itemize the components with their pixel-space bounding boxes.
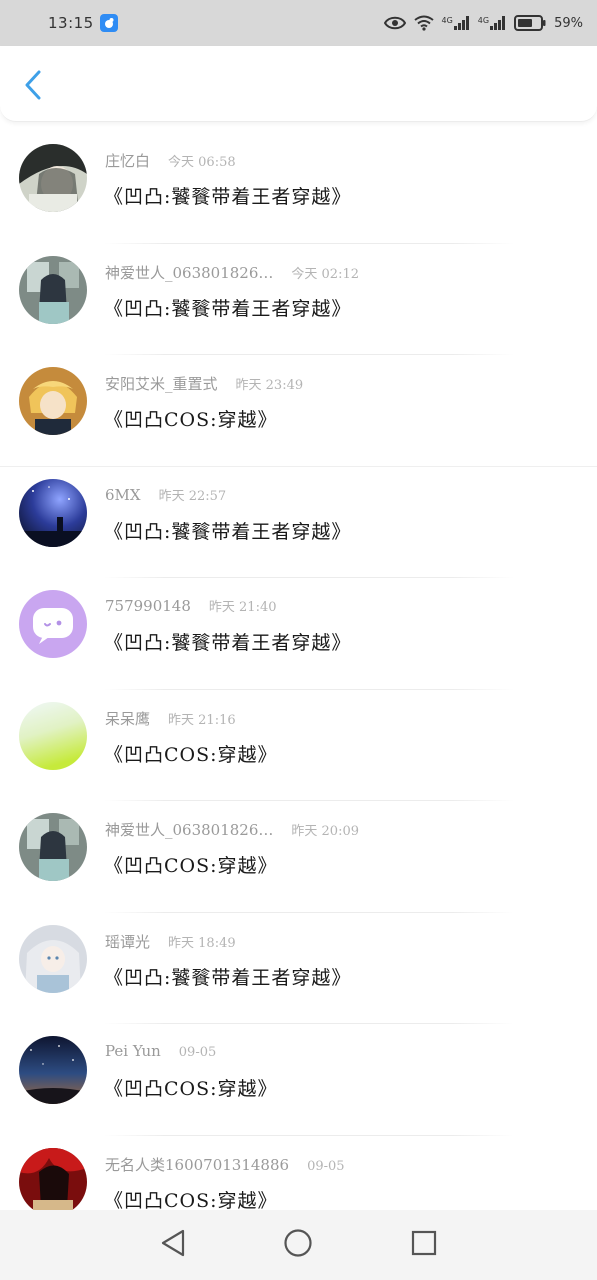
conversation-meta: 庄忆白 今天 06:58: [105, 150, 236, 171]
sender-name: 神爱世人_063801826…: [105, 821, 274, 839]
sender-name: 安阳艾米_重置式: [105, 375, 218, 393]
signal-icon-2: 4G: [478, 16, 506, 30]
system-nav-bar: [0, 1210, 597, 1280]
circle-home-icon: [283, 1228, 313, 1262]
conversation-meta: Pei Yun 09-05: [105, 1042, 216, 1060]
battery-icon: [514, 15, 546, 31]
message-time: 昨天 23:49: [235, 378, 304, 393]
avatar[interactable]: [19, 1036, 87, 1104]
header: [0, 46, 597, 122]
nav-back-button[interactable]: [153, 1225, 193, 1265]
conversation-row[interactable]: 757990148 昨天 21:40 《凹凸:饕餮带着王者穿越》: [0, 578, 597, 690]
back-button[interactable]: [18, 70, 48, 104]
sender-name: 瑶谭光: [105, 932, 151, 951]
conversation-row[interactable]: 6MX 昨天 22:57 《凹凸:饕餮带着王者穿越》: [0, 467, 597, 578]
avatar[interactable]: [19, 255, 87, 324]
message-time: 今天 02:12: [291, 266, 360, 282]
message-time: 昨天 18:49: [168, 935, 236, 951]
conversation-meta: 6MX 昨天 22:57: [105, 485, 226, 504]
message-preview: 《凹凸:饕餮带着王者穿越》: [104, 632, 352, 654]
message-preview: 《凹凸:饕餮带着王者穿越》: [104, 520, 352, 543]
message-time: 昨天 21:40: [208, 600, 277, 615]
avatar[interactable]: [19, 1147, 87, 1216]
status-bar: 13:15 4G 4G 59%: [0, 0, 597, 46]
message-preview: 《凹凸:饕餮带着王者穿越》: [104, 966, 352, 989]
nav-recents-button[interactable]: [404, 1225, 444, 1265]
sender-name: 6MX: [105, 485, 141, 504]
conversation-meta: 瑶谭光 昨天 18:49: [105, 931, 236, 952]
avatar[interactable]: [19, 144, 87, 212]
avatar[interactable]: [19, 367, 87, 435]
network-type-label: 4G: [477, 16, 490, 25]
avatar[interactable]: [19, 924, 87, 993]
sender-name: 神爱世人_063801826…: [105, 263, 274, 282]
conversation-row[interactable]: Pei Yun 09-05 《凹凸COS:穿越》: [0, 1024, 597, 1136]
square-recents-icon: [411, 1230, 437, 1260]
message-preview: 《凹凸:饕餮带着王者穿越》: [104, 297, 352, 320]
message-time: 09-05: [178, 1045, 217, 1060]
message-preview: 《凹凸COS:穿越》: [104, 1078, 278, 1100]
sender-name: 呆呆鹰: [105, 709, 151, 728]
wifi-icon: [413, 15, 434, 31]
sender-name: 757990148: [105, 597, 191, 615]
signal-icon-1: 4G: [442, 16, 470, 30]
nav-home-button[interactable]: [278, 1225, 318, 1265]
sender-name: 无名人类1600701314886: [105, 1155, 290, 1174]
chevron-left-icon: [24, 70, 42, 104]
message-list: 庄忆白 今天 06:58 《凹凸:饕餮带着王者穿越》 神爱世人_063801826… 今…: [0, 132, 597, 1247]
app-notification-icon: [99, 14, 118, 32]
conversation-row[interactable]: 庄忆白 今天 06:58 《凹凸:饕餮带着王者穿越》: [0, 132, 597, 244]
status-indicators: 4G 4G 59%: [383, 15, 583, 31]
network-type-label: 4G: [441, 16, 453, 25]
conversation-meta: 呆呆鹰 昨天 21:16: [105, 708, 236, 729]
conversation-meta: 安阳艾米_重置式 昨天 23:49: [105, 373, 303, 394]
avatar[interactable]: [19, 478, 87, 547]
message-preview: 《凹凸:饕餮带着王者穿越》: [104, 186, 352, 208]
message-preview: 《凹凸COS:穿越》: [104, 1189, 278, 1212]
status-time: 13:15: [48, 14, 94, 32]
message-time: 今天 06:58: [168, 155, 236, 170]
message-preview: 《凹凸COS:穿越》: [104, 855, 278, 877]
conversation-meta: 757990148 昨天 21:40: [105, 596, 277, 615]
triangle-back-icon: [160, 1229, 186, 1261]
avatar[interactable]: [19, 813, 87, 881]
eye-icon: [383, 16, 406, 30]
message-time: 昨天 21:16: [168, 712, 236, 728]
conversation-row[interactable]: 神爱世人_063801826… 今天 02:12 《凹凸:饕餮带着王者穿越》: [0, 244, 597, 355]
message-time: 昨天 22:57: [158, 488, 227, 504]
message-time: 昨天 20:09: [291, 824, 360, 839]
conversation-row[interactable]: 神爱世人_063801826… 昨天 20:09 《凹凸COS:穿越》: [0, 801, 597, 913]
conversation-meta: 无名人类1600701314886 09-05: [105, 1154, 345, 1175]
conversation-row[interactable]: 瑶谭光 昨天 18:49 《凹凸:饕餮带着王者穿越》: [0, 913, 597, 1024]
conversation-meta: 神爱世人_063801826… 今天 02:12: [105, 262, 359, 283]
conversation-row[interactable]: 安阳艾米_重置式 昨天 23:49 《凹凸COS:穿越》: [0, 355, 597, 467]
avatar[interactable]: [19, 590, 87, 658]
sender-name: Pei Yun: [105, 1042, 161, 1060]
message-preview: 《凹凸COS:穿越》: [104, 743, 278, 766]
conversation-row[interactable]: 呆呆鹰 昨天 21:16 《凹凸COS:穿越》: [0, 690, 597, 801]
sender-name: 庄忆白: [105, 152, 151, 170]
message-preview: 《凹凸COS:穿越》: [104, 409, 278, 431]
battery-percent: 59%: [554, 15, 583, 31]
avatar[interactable]: [19, 701, 87, 770]
message-time: 09-05: [307, 1158, 345, 1174]
conversation-meta: 神爱世人_063801826… 昨天 20:09: [105, 819, 359, 840]
